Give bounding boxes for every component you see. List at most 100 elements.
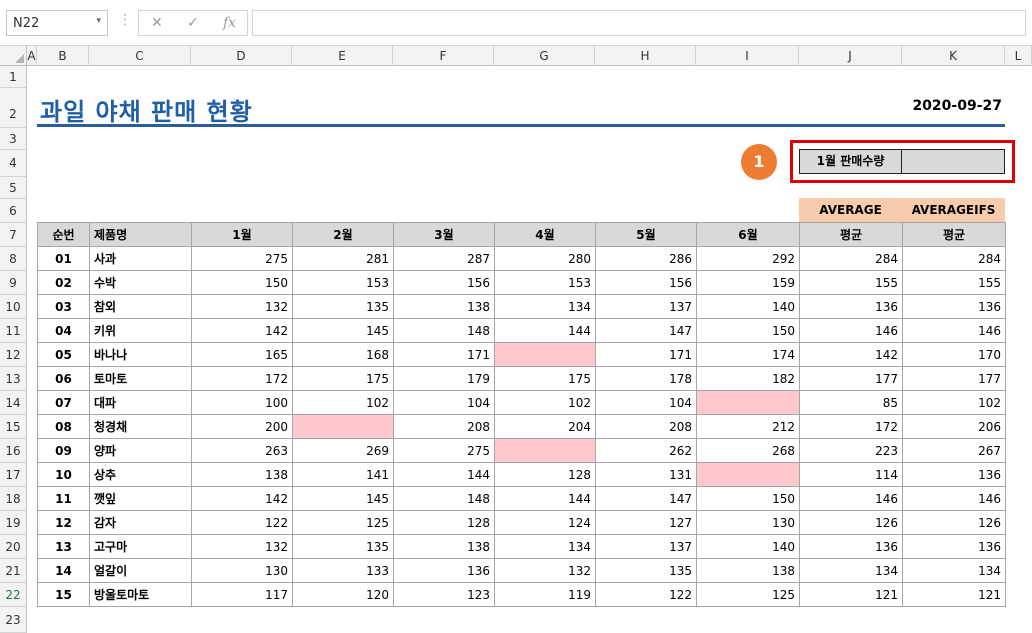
table-cell[interactable]: 137 [595,534,697,559]
table-cell[interactable]: 150 [696,318,800,343]
row-header-2[interactable]: 2 [0,88,27,128]
row-header-11[interactable]: 11 [0,319,27,343]
row-header-20[interactable]: 20 [0,535,27,559]
row-header-15[interactable]: 15 [0,415,27,439]
insert-function-icon[interactable]: fx [223,15,236,31]
table-cell[interactable]: 얼갈이 [89,558,192,583]
table-cell[interactable]: 171 [595,342,697,367]
table-cell[interactable]: 175 [292,366,394,391]
column-header-j[interactable]: J [799,46,902,66]
table-cell[interactable]: 262 [595,438,697,463]
table-cell[interactable]: 사과 [89,246,192,271]
table-cell[interactable]: 참외 [89,294,192,319]
table-cell[interactable]: 174 [696,342,800,367]
table-cell[interactable]: 134 [902,558,1006,583]
column-header-cell[interactable]: 5월 [595,222,697,247]
table-cell[interactable]: 138 [191,462,293,487]
table-cell[interactable]: 148 [393,486,495,511]
table-cell[interactable]: 깻잎 [89,486,192,511]
table-cell[interactable]: 102 [494,390,596,415]
table-cell[interactable]: 102 [292,390,394,415]
table-cell[interactable]: 138 [393,534,495,559]
table-cell[interactable]: 09 [37,438,90,463]
table-cell[interactable]: 08 [37,414,90,439]
table-cell[interactable]: 128 [393,510,495,535]
table-cell[interactable]: 200 [191,414,293,439]
table-cell[interactable]: 121 [799,582,903,607]
column-header-cell[interactable]: 평균 [902,222,1006,247]
column-header-i[interactable]: I [696,46,799,66]
table-cell[interactable]: 136 [902,294,1006,319]
table-cell[interactable]: 281 [292,246,394,271]
table-cell[interactable]: 142 [191,486,293,511]
table-cell[interactable]: 감자 [89,510,192,535]
row-header-4[interactable]: 4 [0,150,27,177]
table-cell[interactable]: 208 [393,414,495,439]
table-cell[interactable]: 269 [292,438,394,463]
row-header-6[interactable]: 6 [0,199,27,223]
table-cell[interactable]: 07 [37,390,90,415]
table-cell[interactable]: 132 [494,558,596,583]
table-cell[interactable]: 122 [595,582,697,607]
table-cell[interactable]: 117 [191,582,293,607]
table-cell[interactable]: 150 [696,486,800,511]
table-cell[interactable]: 182 [696,366,800,391]
table-cell[interactable]: 바나나 [89,342,192,367]
table-cell[interactable]: 133 [292,558,394,583]
table-cell[interactable]: 142 [799,342,903,367]
table-cell[interactable]: 267 [902,438,1006,463]
column-header-f[interactable]: F [393,46,494,66]
table-cell[interactable]: 01 [37,246,90,271]
row-header-14[interactable]: 14 [0,391,27,415]
table-cell[interactable]: 204 [494,414,596,439]
row-header-21[interactable]: 21 [0,559,27,583]
averageifs-function-header[interactable]: AVERAGEIFS [902,198,1005,222]
table-cell[interactable]: 고구마 [89,534,192,559]
table-cell[interactable]: 10 [37,462,90,487]
table-cell[interactable]: 280 [494,246,596,271]
select-all-button[interactable] [0,46,27,66]
table-cell[interactable]: 145 [292,318,394,343]
row-header-9[interactable]: 9 [0,271,27,295]
column-header-c[interactable]: C [89,46,191,66]
table-cell[interactable]: 14 [37,558,90,583]
table-cell[interactable]: 138 [393,294,495,319]
row-header-5[interactable]: 5 [0,177,27,199]
table-cell[interactable]: 146 [902,318,1006,343]
table-cell[interactable] [494,342,596,367]
table-cell[interactable]: 159 [696,270,800,295]
table-cell[interactable]: 05 [37,342,90,367]
table-cell[interactable]: 100 [191,390,293,415]
table-cell[interactable]: 15 [37,582,90,607]
table-cell[interactable]: 12 [37,510,90,535]
enter-icon[interactable]: ✓ [187,15,199,31]
row-header-19[interactable]: 19 [0,511,27,535]
table-cell[interactable]: 102 [902,390,1006,415]
table-cell[interactable]: 144 [494,318,596,343]
report-date[interactable]: 2020-09-27 [912,98,1002,114]
column-header-e[interactable]: E [292,46,393,66]
average-function-header[interactable]: AVERAGE [799,198,902,222]
table-cell[interactable]: 135 [292,534,394,559]
table-cell[interactable] [696,462,800,487]
table-cell[interactable]: 275 [191,246,293,271]
table-cell[interactable]: 122 [191,510,293,535]
table-cell[interactable]: 155 [799,270,903,295]
table-cell[interactable]: 145 [292,486,394,511]
table-cell[interactable]: 125 [696,582,800,607]
column-header-cell[interactable]: 6월 [696,222,800,247]
table-cell[interactable]: 155 [902,270,1006,295]
row-header-18[interactable]: 18 [0,487,27,511]
table-cell[interactable]: 124 [494,510,596,535]
table-cell[interactable]: 04 [37,318,90,343]
table-cell[interactable] [292,414,394,439]
table-cell[interactable]: 140 [696,534,800,559]
table-cell[interactable]: 양파 [89,438,192,463]
table-cell[interactable]: 123 [393,582,495,607]
table-cell[interactable]: 131 [595,462,697,487]
row-header-8[interactable]: 8 [0,247,27,271]
table-cell[interactable]: 137 [595,294,697,319]
sheet-title[interactable]: 과일 야채 판매 현황 [40,92,253,127]
table-cell[interactable]: 11 [37,486,90,511]
table-cell[interactable]: 178 [595,366,697,391]
